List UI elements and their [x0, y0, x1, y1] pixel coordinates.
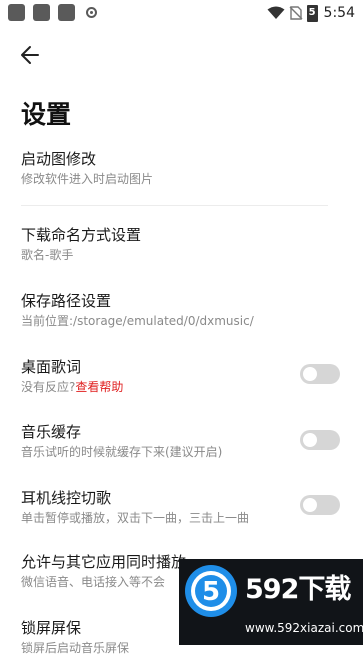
setting-subtitle: 微信语音、电话接入等不会	[21, 575, 166, 589]
record-icon	[86, 7, 97, 18]
toggle-knob	[303, 433, 317, 447]
status-bar: 5 5:54	[0, 0, 363, 26]
setting-subtitle: 音乐试听的时候就缓存下来(建议开启)	[21, 445, 223, 459]
no-sim-icon	[289, 6, 303, 20]
battery-level: 5	[308, 6, 316, 18]
headset-control-toggle[interactable]	[300, 495, 340, 515]
setting-title: 音乐缓存	[21, 423, 82, 441]
setting-subtitle: 单击暂停或播放，双击下一曲，三击上一曲	[21, 511, 250, 525]
desktop-lyrics-toggle[interactable]	[300, 364, 340, 384]
battery-icon: 5	[306, 4, 318, 22]
setting-title: 启动图修改	[21, 150, 97, 168]
page-title: 设置	[21, 100, 72, 129]
logo-digit: 5	[202, 577, 220, 607]
music-cache-toggle[interactable]	[300, 430, 340, 450]
setting-subtitle: 当前位置:/storage/emulated/0/dxmusic/	[21, 314, 254, 328]
clock: 5:54	[323, 5, 355, 21]
setting-title: 桌面歌词	[21, 358, 82, 376]
wifi-icon	[267, 6, 285, 19]
setting-title: 锁屏屏保	[21, 619, 82, 637]
setting-title: 保存路径设置	[21, 292, 112, 310]
setting-subtitle: 修改软件进入时启动图片	[21, 172, 154, 186]
help-link[interactable]: 查看帮助	[75, 380, 123, 394]
toggle-knob	[303, 367, 317, 381]
setting-title: 下载命名方式设置	[21, 226, 142, 244]
divider	[21, 205, 328, 206]
setting-subtitle: 歌名-歌手	[21, 248, 74, 262]
notification-icon	[33, 4, 50, 21]
logo-icon: 5	[185, 565, 237, 617]
notification-icon	[8, 4, 25, 21]
watermark-url: www.592xiazai.com	[245, 621, 363, 635]
setting-subtitle: 锁屏后启动音乐屏保	[21, 641, 130, 655]
setting-title: 允许与其它应用同时播放	[21, 553, 187, 571]
setting-subtitle-text: 没有反应?	[21, 380, 76, 394]
toggle-knob	[303, 498, 317, 512]
setting-title: 耳机线控切歌	[21, 489, 112, 507]
back-arrow-icon[interactable]	[18, 42, 44, 68]
watermark-brand: 592下载	[245, 574, 351, 605]
setting-subtitle: 没有反应?查看帮助	[21, 378, 123, 395]
site-watermark: 5 592下载 www.592xiazai.com	[179, 559, 363, 645]
notification-icon	[58, 4, 75, 21]
